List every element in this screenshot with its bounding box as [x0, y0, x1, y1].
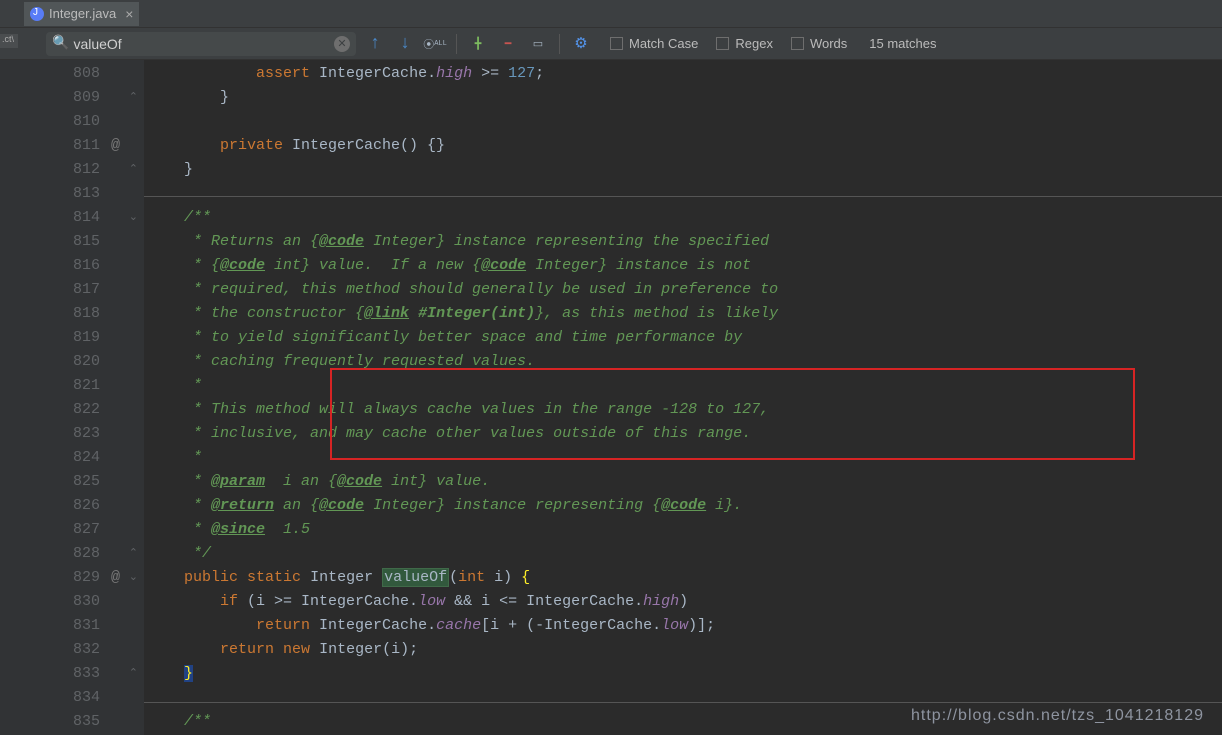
search-match: valueOf — [382, 568, 449, 587]
line-number: 834 — [0, 686, 144, 710]
code-line: * — [144, 446, 1222, 470]
line-number: 835 — [0, 710, 144, 734]
line-number: 828⌃ — [0, 542, 144, 566]
close-icon[interactable]: × — [125, 6, 133, 22]
code-line: * Returns an {@code Integer} instance re… — [144, 230, 1222, 254]
line-number: 808 — [0, 62, 144, 86]
code-line: assert IntegerCache.high >= 127; — [144, 62, 1222, 86]
add-selection-button[interactable]: ╋ — [467, 33, 489, 55]
match-case-checkbox[interactable]: Match Case — [610, 36, 698, 51]
line-number: 815 — [0, 230, 144, 254]
line-number: 821 — [0, 374, 144, 398]
line-number: 823 — [0, 422, 144, 446]
select-all-button[interactable]: ⦿ALL — [424, 33, 446, 55]
line-number: 824 — [0, 446, 144, 470]
words-checkbox[interactable]: Words — [791, 36, 847, 51]
code-line: * required, this method should generally… — [144, 278, 1222, 302]
words-label: Words — [810, 36, 847, 51]
match-case-label: Match Case — [629, 36, 698, 51]
fold-icon[interactable]: ⌃ — [129, 542, 138, 566]
code-line: } — [144, 86, 1222, 110]
clear-search-icon[interactable]: ✕ — [334, 36, 350, 52]
override-icon[interactable]: @ — [111, 134, 120, 158]
left-edge-label: .ct\ — [0, 34, 18, 48]
line-number: 811@ — [0, 134, 144, 158]
code-line: * to yield significantly better space an… — [144, 326, 1222, 350]
search-input[interactable] — [73, 36, 330, 52]
code-line: if (i >= IntegerCache.low && i <= Intege… — [144, 590, 1222, 614]
line-number: 816 — [0, 254, 144, 278]
regex-label: Regex — [735, 36, 773, 51]
fold-icon[interactable]: ⌄ — [129, 566, 138, 590]
override-icon[interactable]: @ — [111, 566, 120, 590]
code-line: */ — [144, 542, 1222, 566]
remove-selection-button[interactable]: ━ — [497, 33, 519, 55]
code-line — [144, 182, 1222, 206]
code-line: * inclusive, and may cache other values … — [144, 422, 1222, 446]
line-number: 817 — [0, 278, 144, 302]
search-field-wrap: 🔍 ✕ — [46, 32, 356, 56]
method-separator — [144, 702, 1222, 703]
file-tab[interactable]: Integer.java × — [24, 2, 139, 26]
code-line: } — [144, 158, 1222, 182]
match-count: 15 matches — [869, 36, 936, 51]
line-number: 813 — [0, 182, 144, 206]
fold-icon[interactable]: ⌃ — [129, 662, 138, 686]
gutter: 808 809⌃ 810 811@ 812⌃ 813 814⌄ 815 816 … — [0, 60, 144, 735]
line-number: 819 — [0, 326, 144, 350]
line-number: 822 — [0, 398, 144, 422]
java-file-icon — [30, 7, 44, 21]
code-line: * This method will always cache values i… — [144, 398, 1222, 422]
line-number: 829@⌄ — [0, 566, 144, 590]
code-area[interactable]: assert IntegerCache.high >= 127; } priva… — [144, 60, 1222, 735]
line-number: 810 — [0, 110, 144, 134]
next-match-button[interactable]: ↓ — [394, 33, 416, 55]
line-number: 831 — [0, 614, 144, 638]
separator — [456, 34, 457, 54]
line-number: 809⌃ — [0, 86, 144, 110]
code-line: * {@code int} value. If a new {@code Int… — [144, 254, 1222, 278]
code-line: * — [144, 374, 1222, 398]
regex-checkbox[interactable]: Regex — [716, 36, 773, 51]
line-number: 818 — [0, 302, 144, 326]
fold-icon[interactable]: ⌃ — [129, 158, 138, 182]
tab-bar: Integer.java × — [0, 0, 1222, 28]
checkbox-icon — [791, 37, 804, 50]
gear-icon[interactable]: ⚙ — [570, 33, 592, 55]
line-number: 825 — [0, 470, 144, 494]
line-number: 820 — [0, 350, 144, 374]
checkbox-icon — [610, 37, 623, 50]
fold-icon[interactable]: ⌃ — [129, 86, 138, 110]
select-occurrences-button[interactable]: ▭ — [527, 33, 549, 55]
checkbox-icon — [716, 37, 729, 50]
code-line: * @since 1.5 — [144, 518, 1222, 542]
line-number: 814⌄ — [0, 206, 144, 230]
line-number: 833⌃ — [0, 662, 144, 686]
search-icon: 🔍 — [52, 35, 69, 52]
watermark: http://blog.csdn.net/tzs_1041218129 — [911, 707, 1204, 725]
code-line: return new Integer(i); — [144, 638, 1222, 662]
editor: 808 809⌃ 810 811@ 812⌃ 813 814⌄ 815 816 … — [0, 60, 1222, 735]
code-line: public static Integer valueOf(int i) { — [144, 566, 1222, 590]
tab-filename: Integer.java — [49, 6, 116, 21]
prev-match-button[interactable]: ↑ — [364, 33, 386, 55]
code-line: * @param i an {@code int} value. — [144, 470, 1222, 494]
code-line: return IntegerCache.cache[i + (-IntegerC… — [144, 614, 1222, 638]
line-number: 832 — [0, 638, 144, 662]
code-line: /** — [144, 206, 1222, 230]
line-number: 826 — [0, 494, 144, 518]
code-line: * @return an {@code Integer} instance re… — [144, 494, 1222, 518]
find-toolbar: 🔍 ✕ ↑ ↓ ⦿ALL ╋ ━ ▭ ⚙ Match Case Regex Wo… — [0, 28, 1222, 60]
code-line: * caching frequently requested values. — [144, 350, 1222, 374]
code-line: } — [144, 662, 1222, 686]
code-line: * the constructor {@link #Integer(int)},… — [144, 302, 1222, 326]
line-number: 812⌃ — [0, 158, 144, 182]
separator — [559, 34, 560, 54]
code-line — [144, 110, 1222, 134]
line-number: 830 — [0, 590, 144, 614]
line-number: 827 — [0, 518, 144, 542]
code-line: private IntegerCache() {} — [144, 134, 1222, 158]
fold-icon[interactable]: ⌄ — [129, 206, 138, 230]
method-separator — [144, 196, 1222, 197]
